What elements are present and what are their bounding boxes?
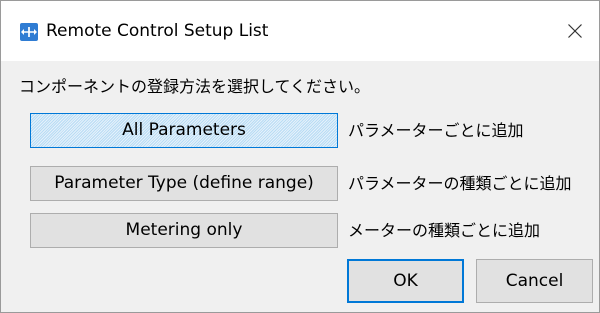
metering-only-description: メーターの種類ごとに追加 bbox=[348, 221, 541, 240]
dialog-window: Remote Control Setup List コンポーネントの登録方法を選… bbox=[0, 0, 600, 313]
title-bar[interactable]: Remote Control Setup List bbox=[1, 1, 599, 61]
parameter-type-button[interactable]: Parameter Type (define range) bbox=[30, 166, 338, 201]
instruction-text: コンポーネントの登録方法を選択してください。 bbox=[19, 77, 371, 96]
app-logo-icon bbox=[20, 23, 38, 41]
ok-button[interactable]: OK bbox=[347, 259, 464, 303]
window-title: Remote Control Setup List bbox=[46, 21, 269, 41]
parameter-type-description: パラメーターの種類ごとに追加 bbox=[348, 174, 572, 193]
close-icon bbox=[568, 24, 582, 38]
close-button[interactable] bbox=[549, 1, 599, 61]
all-parameters-button[interactable]: All Parameters bbox=[30, 113, 338, 148]
cancel-button[interactable]: Cancel bbox=[476, 259, 593, 303]
all-parameters-description: パラメーターごとに追加 bbox=[348, 121, 524, 140]
metering-only-button[interactable]: Metering only bbox=[30, 213, 338, 248]
